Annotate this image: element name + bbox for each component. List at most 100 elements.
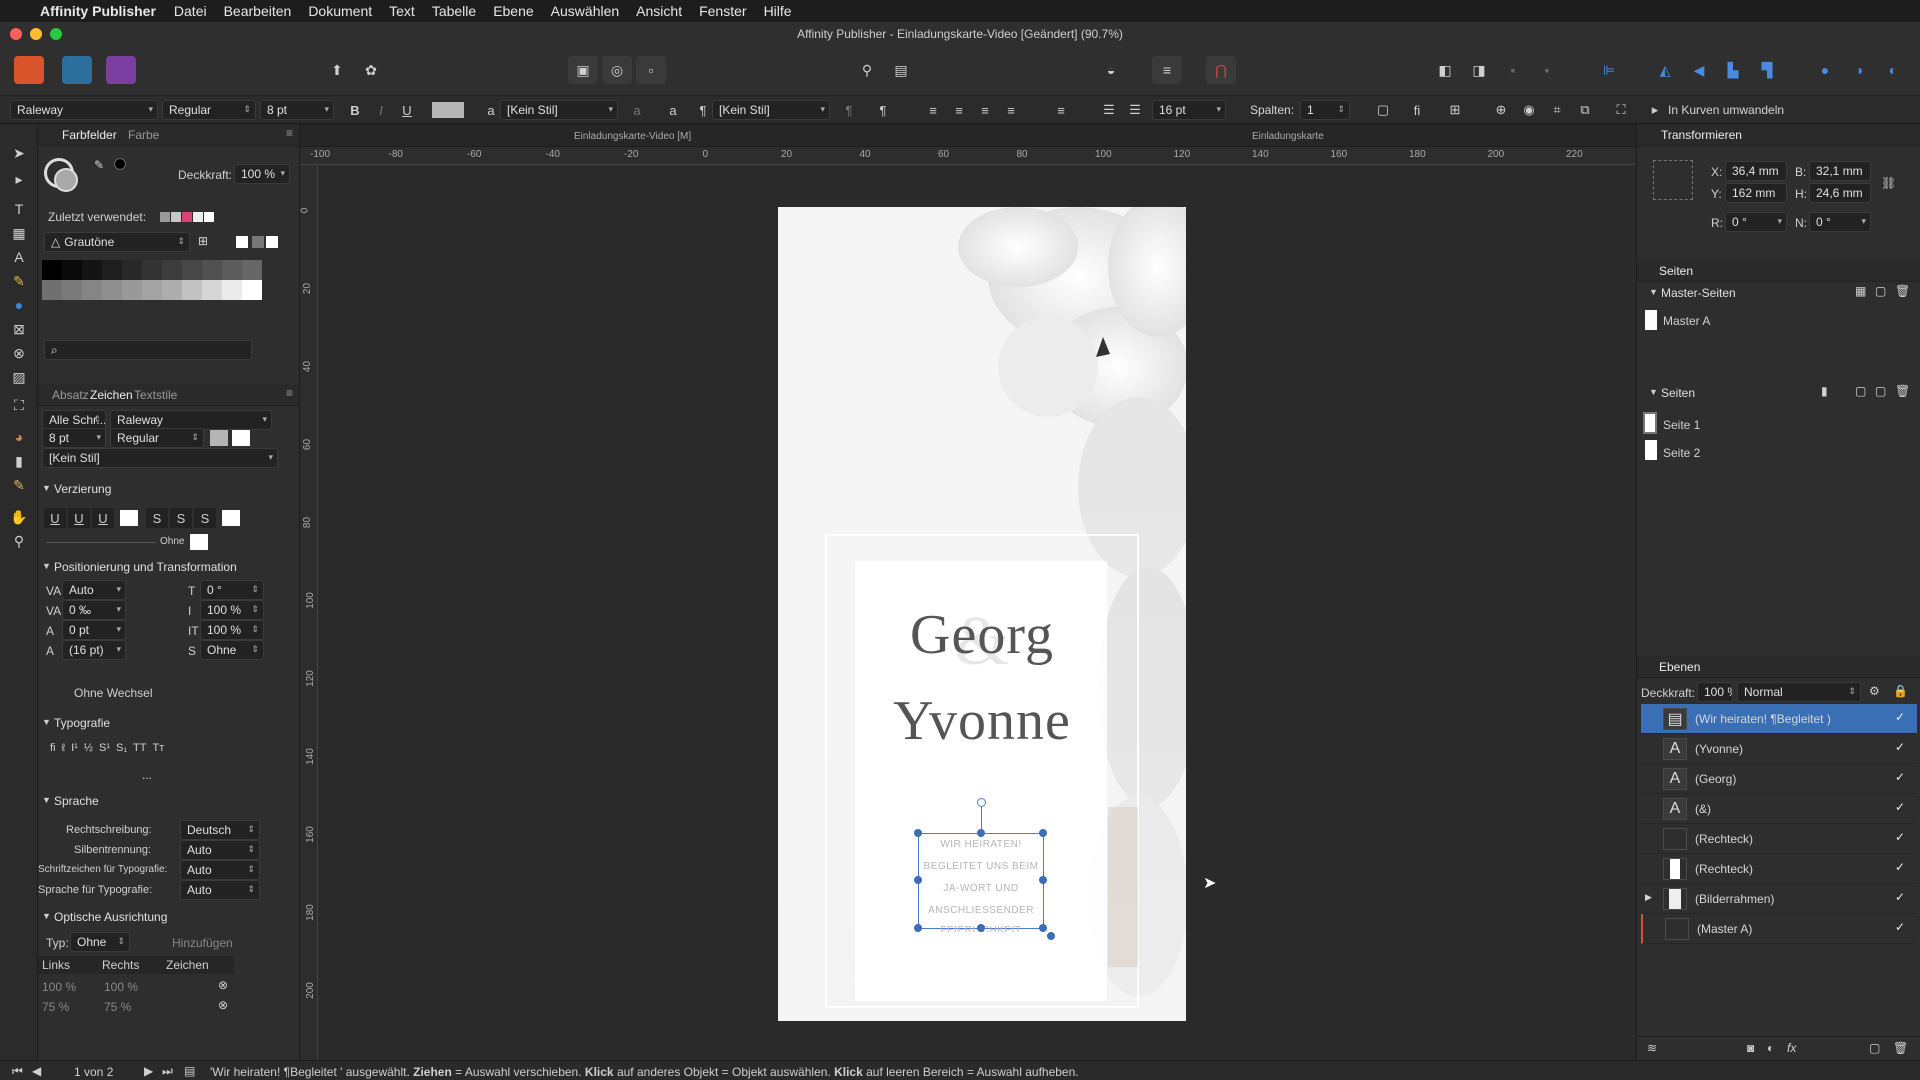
font-family-select[interactable]: Raleway ▾ <box>10 100 158 120</box>
superscript-button[interactable]: I¹ <box>71 742 78 762</box>
menu-app-name[interactable]: Affinity Publisher <box>40 3 156 19</box>
strike-custom-button[interactable]: S <box>194 508 216 528</box>
swatch[interactable] <box>142 280 162 300</box>
more-typo-button[interactable]: ... <box>142 768 152 782</box>
char-size-select[interactable]: 8 pt ▾ <box>42 428 106 448</box>
mask-icon[interactable]: ◙ <box>1747 1041 1754 1055</box>
underline-button[interactable]: U <box>396 100 418 120</box>
menu-ansicht[interactable]: Ansicht <box>636 3 682 19</box>
script-select[interactable]: Auto ⇕ <box>180 860 260 880</box>
recent-swatch-3[interactable] <box>182 212 192 222</box>
bold-button[interactable]: B <box>344 100 366 120</box>
next-page-icon[interactable]: ▶ <box>144 1064 153 1078</box>
menu-dokument[interactable]: Dokument <box>308 3 372 19</box>
underline-custom-button[interactable]: U <box>92 508 114 528</box>
y-field[interactable]: 162 mm <box>1725 183 1787 203</box>
hscale-field[interactable]: 100 % ⇕ <box>200 620 264 640</box>
char-style-update-icon[interactable]: a <box>626 100 648 120</box>
minimize-window-button[interactable] <box>30 28 42 40</box>
menu-bearbeiten[interactable]: Bearbeiten <box>224 3 292 19</box>
glyph-icon[interactable]: ⊞ <box>1444 100 1466 120</box>
panel-menu-icon[interactable]: ≡ <box>286 126 293 140</box>
text-color-swatch[interactable] <box>432 102 464 118</box>
eyedropper-icon[interactable]: ✎ <box>94 158 104 172</box>
rotate-left-icon[interactable]: ▙ <box>1718 56 1748 84</box>
palette-options-icon[interactable]: ⊞ <box>198 234 208 248</box>
para-style-new-icon[interactable]: ¶ <box>872 100 894 120</box>
hand-tool-icon[interactable]: ✋ <box>8 506 30 528</box>
arrange-forward-icon[interactable]: ◧ <box>1430 56 1460 84</box>
numbering-icon[interactable]: ☰ <box>1124 100 1146 120</box>
crop-tool-icon[interactable]: ⛶ <box>8 394 30 416</box>
crop-icon[interactable]: ⛶ <box>1610 100 1632 120</box>
text-frame-icon[interactable]: ▤ <box>886 56 916 84</box>
selection-handle[interactable] <box>1039 876 1047 884</box>
visibility-checkbox[interactable]: ✓ <box>1895 860 1909 874</box>
inferior-button[interactable]: S₁ <box>116 742 127 762</box>
zoom-window-button[interactable] <box>50 28 62 40</box>
snap-target-icon[interactable]: ⊕ <box>1490 100 1512 120</box>
layers-stack-icon[interactable]: ≋ <box>1647 1041 1657 1055</box>
prev-page-icon[interactable]: ◀ <box>32 1064 41 1078</box>
remove-row-icon[interactable]: ⊗ <box>218 998 228 1012</box>
discretionary-lig-button[interactable]: ℓ <box>62 742 66 762</box>
grey-swatch[interactable] <box>252 236 264 248</box>
w-field[interactable]: 32,1 mm <box>1809 161 1871 181</box>
align-left-icon[interactable]: ≡ <box>922 100 944 120</box>
strike-double-button[interactable]: S <box>170 508 192 528</box>
tracking-field[interactable]: 0 ‰ ▾ <box>62 600 126 620</box>
duplicate-master-icon[interactable]: ▢ <box>1875 284 1886 298</box>
white-swatch[interactable] <box>266 236 278 248</box>
add-master-icon[interactable]: ▦ <box>1855 284 1866 298</box>
swatch[interactable] <box>102 260 122 280</box>
char-style-new-icon[interactable]: a <box>662 100 684 120</box>
layer-item[interactable]: A (Georg) ✓ <box>1641 764 1917 794</box>
picture-frame-rect-icon[interactable]: ⊠ <box>8 318 30 340</box>
opacity-field[interactable]: 100 % ▾ <box>234 164 290 184</box>
pen-tool-icon[interactable]: ✎ <box>8 270 30 292</box>
leading-select[interactable]: 16 pt ▾ <box>1152 100 1226 120</box>
frame-fit-icon[interactable]: ⧉ <box>1574 100 1596 120</box>
shear-field[interactable]: 0 ° ▾ <box>1809 212 1871 232</box>
swatch[interactable] <box>122 260 142 280</box>
menu-fenster[interactable]: Fenster <box>699 3 746 19</box>
page-options-icon[interactable]: ▤ <box>184 1064 195 1078</box>
expand-triangle-icon[interactable]: ▶ <box>1645 892 1652 903</box>
table-tool-icon[interactable]: ▦ <box>8 222 30 244</box>
pin-icon[interactable]: ⚲ <box>852 56 882 84</box>
swatch[interactable] <box>162 260 182 280</box>
swatch[interactable] <box>62 260 82 280</box>
tab-character[interactable]: Zeichen <box>90 388 133 402</box>
page1-thumb[interactable] <box>1643 412 1657 434</box>
adjustment-icon[interactable]: ◐ <box>1767 1041 1774 1055</box>
align-right-icon[interactable]: ≡ <box>974 100 996 120</box>
char-fill-swatch[interactable] <box>210 430 228 446</box>
fx-icon[interactable]: fx <box>1787 1041 1796 1055</box>
arrange-back-icon[interactable]: ◨ <box>1464 56 1494 84</box>
menu-auswaehlen[interactable]: Auswählen <box>551 3 620 19</box>
tab-paragraph[interactable]: Absatz <box>52 388 89 402</box>
selection-handle[interactable] <box>914 924 922 932</box>
view-icon[interactable]: ◉ <box>1518 100 1540 120</box>
visibility-checkbox[interactable]: ✓ <box>1895 740 1909 754</box>
swatch[interactable] <box>42 280 62 300</box>
view-mode-icon[interactable]: ▣ <box>568 56 598 84</box>
doc-tab-master[interactable]: Einladungskarte-Video [M] <box>574 131 691 142</box>
strike-color-swatch[interactable] <box>222 510 240 526</box>
fit-icon[interactable]: ⌗ <box>1546 100 1568 120</box>
layer-opacity-field[interactable]: 100 % <box>1697 682 1733 702</box>
page-1-item[interactable]: Seite 1 <box>1663 418 1700 432</box>
last-page-icon[interactable]: ⏭ <box>162 1064 173 1079</box>
transparency-tool-icon[interactable]: ✎ <box>8 474 30 496</box>
optical-type-select[interactable]: Ohne ⇕ <box>70 932 130 952</box>
fraction-button[interactable]: ½ <box>84 742 93 762</box>
row1-left[interactable]: 100 % <box>42 980 76 994</box>
swatch[interactable] <box>202 260 222 280</box>
add-layer-icon[interactable]: ▢ <box>1869 1041 1880 1055</box>
panel-menu-icon[interactable]: ≡ <box>286 386 293 400</box>
master-a-item[interactable]: Master A <box>1663 314 1710 328</box>
justify-icon[interactable]: ≡ <box>1000 100 1022 120</box>
selection-handle[interactable] <box>1039 924 1047 932</box>
align-icon[interactable]: ⊫ <box>1594 56 1624 84</box>
swatch[interactable] <box>142 260 162 280</box>
